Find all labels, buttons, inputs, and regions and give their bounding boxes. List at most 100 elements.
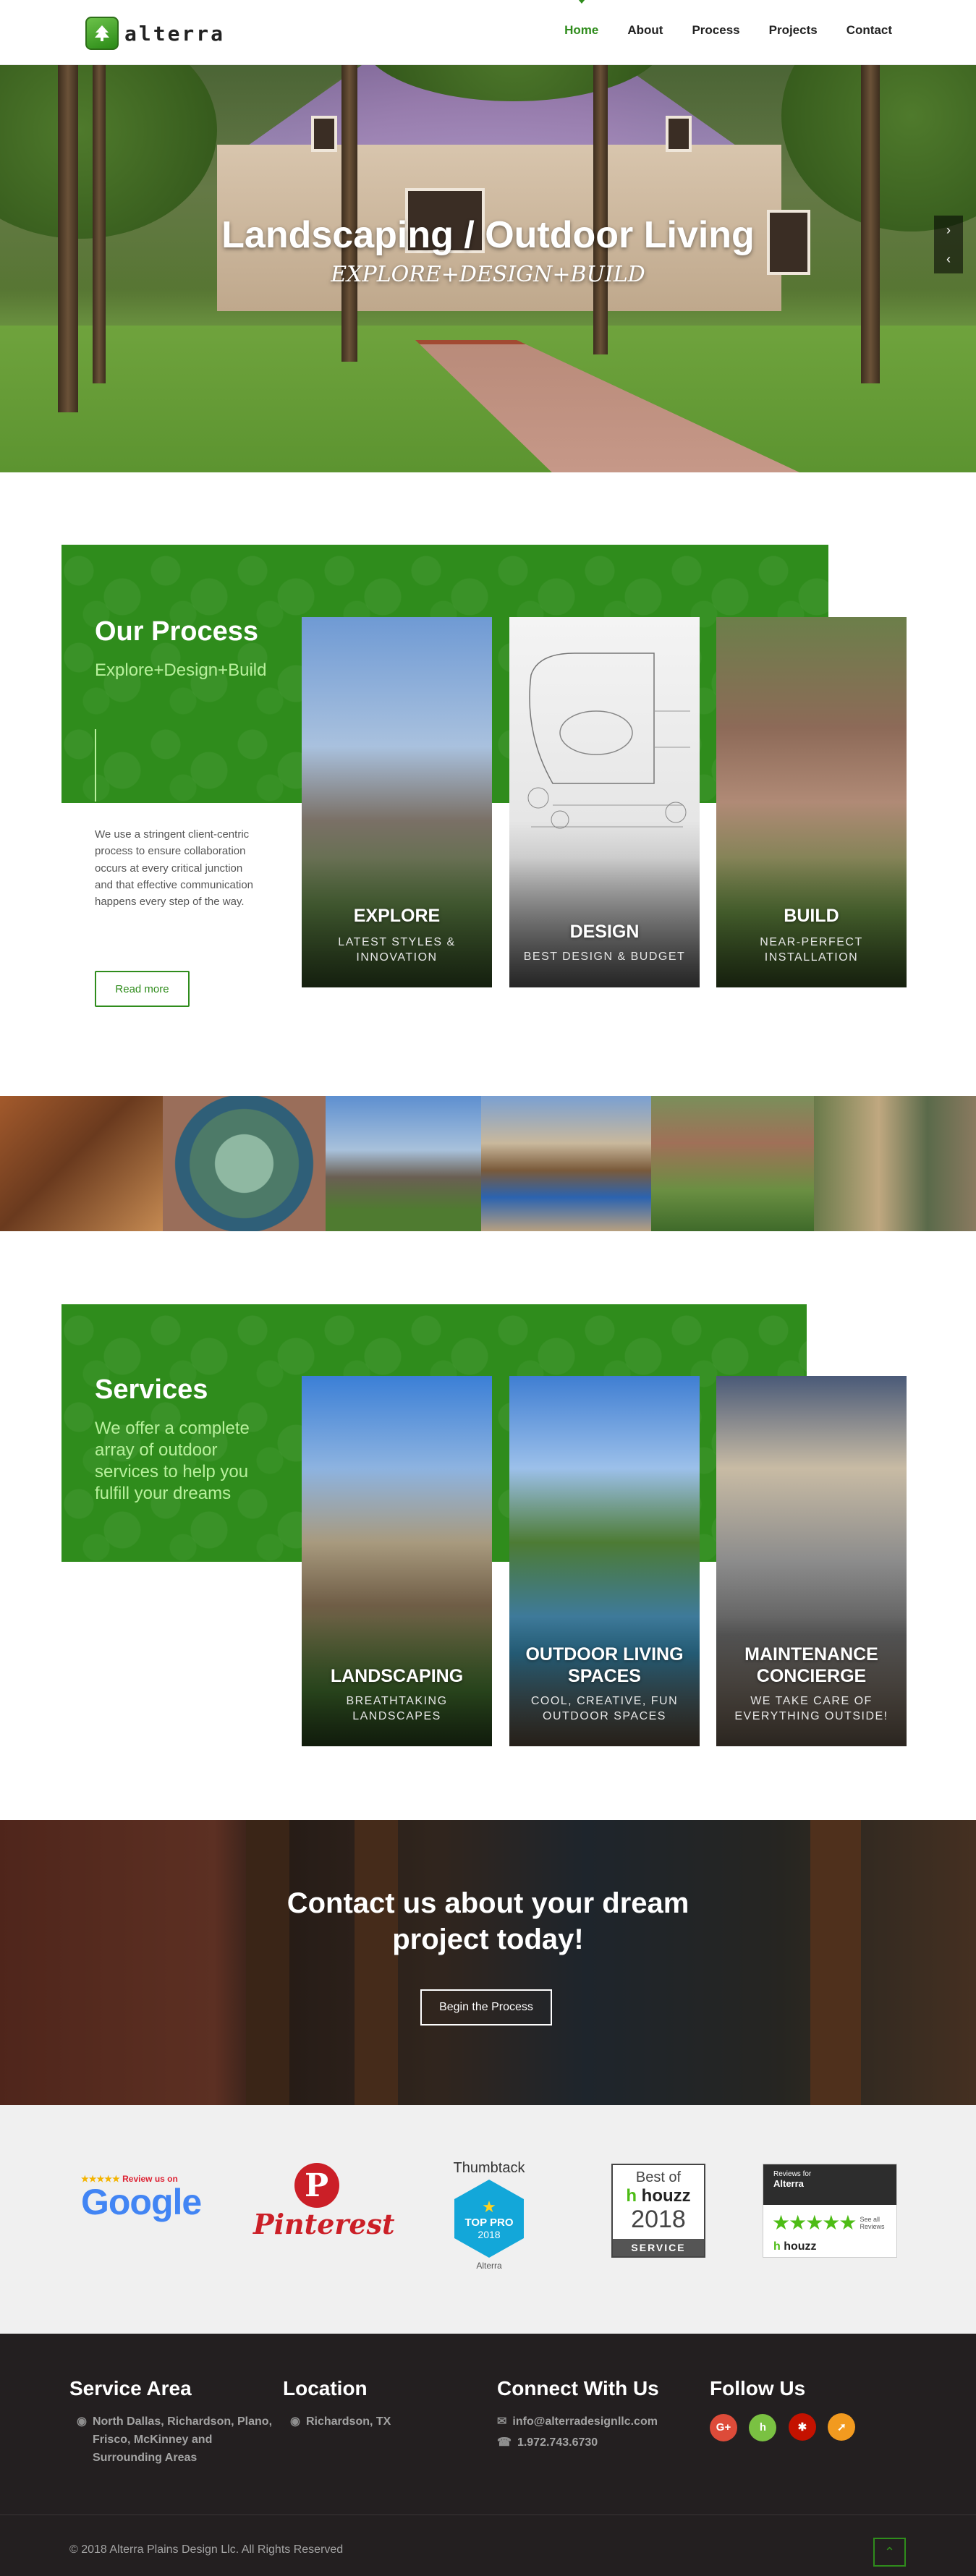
thumbtack-wordmark: Thumbtack bbox=[453, 2160, 525, 2176]
google-wordmark: Google bbox=[81, 2182, 202, 2222]
reviews-header: Reviews for Alterra bbox=[763, 2164, 896, 2205]
process-description: We use a stringent client-centric proces… bbox=[95, 828, 254, 908]
gallery-image[interactable] bbox=[814, 1096, 976, 1231]
five-star-icon: ★★★★★ bbox=[772, 2211, 857, 2234]
gallery-image[interactable] bbox=[163, 1096, 326, 1231]
map-pin-icon: ◉ bbox=[290, 2415, 300, 2428]
banner-post bbox=[810, 1820, 861, 2105]
card-title: EXPLORE bbox=[353, 906, 441, 926]
star-icon: ★ bbox=[482, 2197, 496, 2216]
hero-title: Landscaping / Outdoor Living bbox=[221, 214, 755, 256]
back-to-top-button[interactable]: ⌃ bbox=[873, 2538, 906, 2567]
houzz-icon: h bbox=[626, 2186, 637, 2206]
chevron-right-icon: › bbox=[946, 222, 951, 237]
gallery-image[interactable] bbox=[651, 1096, 814, 1231]
design-sketch bbox=[527, 652, 690, 829]
houzz-best-of-badge[interactable]: Best of h houzz 2018 SERVICE bbox=[611, 2164, 705, 2258]
card-title: DESIGN bbox=[569, 922, 640, 942]
email-link[interactable]: info@alterradesignllc.com bbox=[512, 2415, 658, 2428]
nav-about[interactable]: About bbox=[627, 23, 663, 38]
pinterest-wordmark: Pinterest bbox=[253, 2208, 395, 2240]
gallery-image[interactable] bbox=[326, 1096, 481, 1231]
slider-prev-button[interactable]: ‹ bbox=[934, 245, 963, 273]
thumbtack-badge[interactable]: Thumbtack ★ TOP PRO 2018 Alterra bbox=[443, 2160, 535, 2271]
gallery-image[interactable] bbox=[481, 1096, 651, 1231]
houzz-icon[interactable]: h bbox=[749, 2413, 777, 2441]
process-card-build[interactable]: BUILD NEAR-PERFECT INSTALLATION bbox=[716, 617, 907, 987]
pinterest-badge[interactable]: P Pinterest bbox=[253, 2163, 395, 2240]
thumbtack-icon[interactable]: ➚ bbox=[828, 2413, 856, 2441]
service-card-landscaping[interactable]: LANDSCAPING BREATHTAKING LANDSCAPES bbox=[302, 1376, 492, 1746]
reviews-business-name: Alterra bbox=[773, 2178, 804, 2189]
thumbtack-caption: Alterra bbox=[476, 2261, 502, 2271]
card-subtitle: BEST DESIGN & BUDGET bbox=[523, 951, 686, 963]
thumbtack-top-pro-hex: ★ TOP PRO 2018 bbox=[454, 2180, 524, 2258]
social-icons: G+ h ✱ ➚ bbox=[710, 2413, 898, 2441]
services-subtitle: We offer a complete array of outdoor ser… bbox=[95, 1419, 250, 1503]
footer-heading: Connect With Us bbox=[497, 2377, 659, 2399]
houzz-reviews-badge[interactable]: Reviews for Alterra ★★★★★ See all Review… bbox=[763, 2164, 897, 2258]
banner-post bbox=[355, 1820, 398, 2105]
card-subtitle: LATEST STYLES & INNOVATION bbox=[338, 936, 456, 964]
footer-heading: Location bbox=[283, 2377, 368, 2399]
contact-banner: Contact us about your dream project toda… bbox=[0, 1820, 976, 2105]
see-all-reviews-link: See all Reviews bbox=[860, 2215, 885, 2230]
nav-contact[interactable]: Contact bbox=[846, 23, 892, 38]
chevron-left-icon: ‹ bbox=[946, 251, 951, 266]
card-subtitle: WE TAKE CARE OF EVERYTHING OUTSIDE! bbox=[734, 1695, 888, 1722]
process-title: Our Process bbox=[95, 616, 258, 647]
footer-connect: Connect With Us ✉ info@alterradesignllc.c… bbox=[497, 2377, 692, 2452]
footer-heading: Service Area bbox=[69, 2377, 192, 2399]
hero-tree bbox=[593, 65, 608, 354]
footer-phone-row[interactable]: ☎ 1.972.743.6730 bbox=[497, 2434, 692, 2452]
hero-window bbox=[666, 116, 692, 152]
service-card-maintenance[interactable]: MAINTENANCE CONCIERGE WE TAKE CARE OF EV… bbox=[716, 1376, 907, 1746]
services-title: Services bbox=[95, 1374, 208, 1405]
yelp-icon[interactable]: ✱ bbox=[788, 2413, 816, 2441]
houzz-wordmark: h houzz bbox=[613, 2186, 704, 2206]
card-subtitle: BREATHTAKING LANDSCAPES bbox=[346, 1695, 448, 1722]
begin-process-button[interactable]: Begin the Process bbox=[420, 1989, 552, 2025]
top-pro-year: 2018 bbox=[478, 2228, 501, 2240]
card-title: BUILD bbox=[784, 906, 839, 926]
google-plus-icon[interactable]: G+ bbox=[710, 2413, 737, 2441]
slider-next-button[interactable]: › bbox=[934, 216, 963, 245]
google-review-badge[interactable]: ★★★★★ Review us on Google bbox=[81, 2174, 211, 2220]
banner-title: Contact us about your dream project toda… bbox=[287, 1887, 689, 1955]
phone-icon: ☎ bbox=[497, 2436, 512, 2449]
footer-follow: Follow Us G+ h ✱ ➚ bbox=[710, 2377, 898, 2441]
read-more-button[interactable]: Read more bbox=[95, 971, 190, 1007]
process-card-explore[interactable]: EXPLORE LATEST STYLES & INNOVATION bbox=[302, 617, 492, 987]
gallery-image[interactable] bbox=[0, 1096, 163, 1231]
card-subtitle: COOL, CREATIVE, FUN OUTDOOR SPACES bbox=[530, 1695, 679, 1722]
banner-post bbox=[246, 1820, 289, 2105]
page: alterra Home About Process Projects Cont… bbox=[0, 0, 976, 2576]
location-text: Richardson, TX bbox=[305, 2415, 391, 2428]
card-title: OUTDOOR LIVING SPACES bbox=[525, 1644, 684, 1686]
logo[interactable]: alterra bbox=[85, 16, 225, 51]
footer-location-row: ◉ Richardson, TX bbox=[283, 2413, 471, 2431]
review-badges: ★★★★★ Review us on Google P Pinterest Th… bbox=[0, 2105, 976, 2334]
houzz-year: 2018 bbox=[631, 2206, 686, 2233]
card-title: LANDSCAPING bbox=[330, 1666, 464, 1686]
phone-link[interactable]: 1.972.743.6730 bbox=[517, 2436, 598, 2449]
houzz-word: houzz bbox=[784, 2240, 817, 2253]
main-nav: Home About Process Projects Contact bbox=[564, 0, 892, 38]
process-card-design[interactable]: DESIGN BEST DESIGN & BUDGET bbox=[509, 617, 700, 987]
service-card-outdoor-living[interactable]: OUTDOOR LIVING SPACES COOL, CREATIVE, FU… bbox=[509, 1376, 700, 1746]
nav-process[interactable]: Process bbox=[692, 23, 739, 38]
logo-tree-icon bbox=[85, 17, 119, 50]
houzz-best-of-label: Best of bbox=[635, 2169, 682, 2185]
logo-text: alterra bbox=[124, 21, 226, 46]
process-subtitle: Explore+Design+Build bbox=[95, 660, 267, 680]
houzz-service-label: SERVICE bbox=[613, 2239, 704, 2256]
envelope-icon: ✉ bbox=[497, 2415, 507, 2428]
copyright-text: © 2018 Alterra Plains Design Llc. All Ri… bbox=[69, 2543, 344, 2556]
nav-home[interactable]: Home bbox=[564, 0, 598, 38]
nav-projects[interactable]: Projects bbox=[769, 23, 818, 38]
footer-email-row[interactable]: ✉ info@alterradesignllc.com bbox=[497, 2413, 692, 2431]
reviews-stars-row: ★★★★★ See all Reviews bbox=[763, 2205, 896, 2240]
card-title: MAINTENANCE CONCIERGE bbox=[744, 1644, 878, 1686]
pinterest-icon: P bbox=[294, 2163, 339, 2208]
chevron-up-icon: ⌃ bbox=[883, 2544, 896, 2559]
